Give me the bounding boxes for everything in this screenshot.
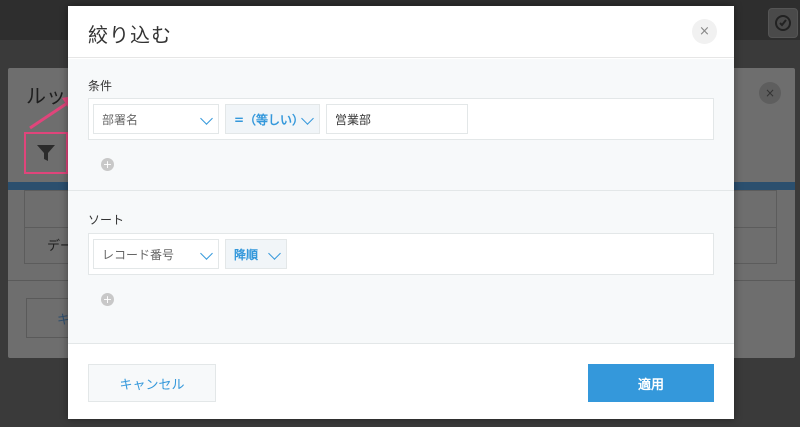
condition-row: 部署名 =（等しい） — [88, 98, 714, 140]
chevron-down-icon — [268, 247, 281, 260]
modal-body: 条件 部署名 =（等しい） + ソート レコード番号 降順 — [68, 59, 734, 343]
filter-modal: 絞り込む × 条件 部署名 =（等しい） + ソート レコード番号 — [68, 6, 734, 419]
background-corner-button — [768, 8, 798, 38]
chevron-down-icon — [200, 247, 213, 260]
clock-icon — [775, 15, 791, 31]
cancel-button[interactable]: キャンセル — [88, 364, 216, 402]
sort-field-select[interactable]: レコード番号 — [93, 239, 219, 269]
background-close-icon: × — [759, 82, 781, 104]
conditions-label: 条件 — [88, 79, 113, 93]
add-sort-icon[interactable]: + — [101, 293, 114, 306]
condition-operator-select[interactable]: =（等しい） — [225, 104, 320, 134]
close-button[interactable]: × — [692, 19, 717, 44]
add-condition-icon[interactable]: + — [101, 158, 114, 171]
background-dialog-title: ルッ — [26, 84, 66, 108]
sort-field-value: レコード番号 — [102, 247, 175, 262]
modal-title: 絞り込む — [88, 23, 172, 47]
chevron-down-icon — [200, 112, 213, 125]
background-filter-button — [24, 132, 68, 174]
condition-operator-value: =（等しい） — [234, 112, 305, 127]
sort-label: ソート — [88, 213, 125, 227]
condition-field-value: 部署名 — [102, 112, 139, 127]
condition-value-input[interactable] — [326, 104, 468, 134]
section-divider — [68, 190, 734, 191]
modal-header: 絞り込む × — [68, 6, 734, 58]
sort-order-value: 降順 — [234, 247, 259, 262]
funnel-icon — [37, 145, 55, 161]
apply-button[interactable]: 適用 — [588, 364, 714, 402]
condition-field-select[interactable]: 部署名 — [93, 104, 219, 134]
sort-order-select[interactable]: 降順 — [225, 239, 287, 269]
sort-row: レコード番号 降順 — [88, 233, 714, 275]
modal-footer: キャンセル 適用 — [68, 343, 734, 419]
